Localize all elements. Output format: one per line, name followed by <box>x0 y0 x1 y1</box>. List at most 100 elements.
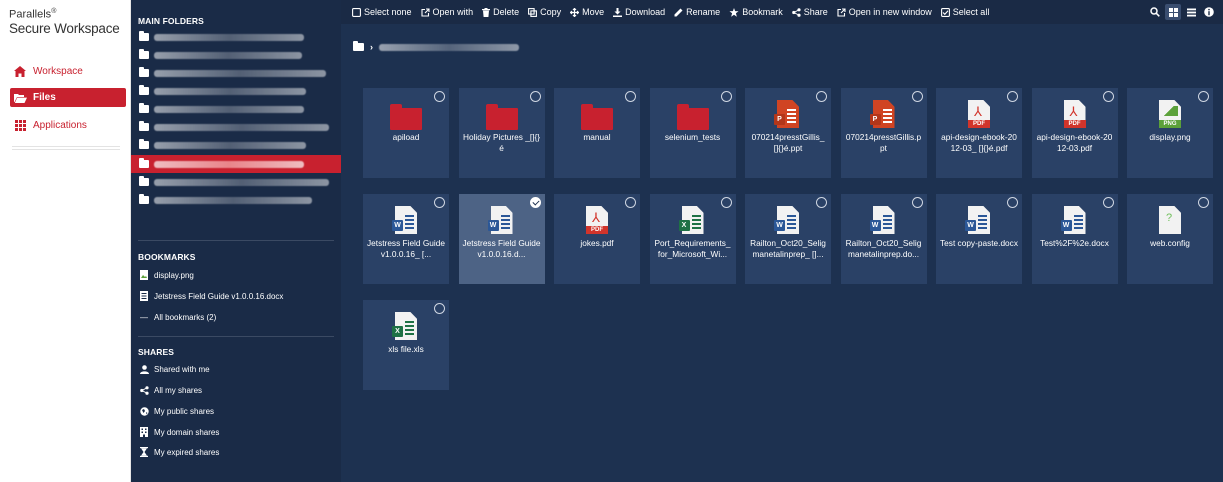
document-shape: P <box>774 100 799 128</box>
file-tile[interactable]: W Jetstress Field Guide v1.0.0.16_ [... <box>363 194 449 284</box>
nav-workspace[interactable]: Workspace <box>10 62 126 81</box>
open-new-window-button[interactable]: Open in new window <box>837 3 932 21</box>
file-tile[interactable]: PNG display.png <box>1127 88 1213 178</box>
file-tile[interactable]: W Railton_Oct20_Seligmanetalinprep.do... <box>840 194 927 284</box>
star-icon <box>729 7 739 17</box>
selection-checkbox[interactable] <box>1198 197 1209 208</box>
sidebar-divider <box>138 240 334 241</box>
main-folder-item[interactable] <box>131 136 341 154</box>
selection-checkbox[interactable] <box>1102 197 1114 208</box>
file-tile[interactable]: ? web.config <box>1127 194 1213 284</box>
folder-tile[interactable]: selenium_tests <box>649 88 736 178</box>
file-tile[interactable]: ⅄ PDF jokes.pdf <box>554 194 640 284</box>
main-folder-item[interactable] <box>131 64 341 82</box>
file-name: Test%2F%2e.docx <box>1040 238 1109 248</box>
user-icon <box>139 364 149 374</box>
file-tile[interactable]: P 070214presstGillis_ []{}é.ppt <box>745 88 831 178</box>
folder-tile[interactable]: manual <box>554 88 640 178</box>
document-shape: P <box>869 100 895 128</box>
file-tile[interactable]: W Test copy-paste.docx <box>936 194 1022 284</box>
file-type-badge: W <box>1060 220 1072 231</box>
registered-mark: ® <box>51 8 57 15</box>
file-name: apiload <box>392 132 420 142</box>
file-tile[interactable]: Xxls file.xls <box>363 300 449 390</box>
selection-checkbox[interactable] <box>625 91 636 102</box>
file-tile[interactable]: W Jetstress Field Guide v1.0.0.16.d... <box>458 194 545 284</box>
folder-icon[interactable] <box>353 41 364 51</box>
nav-files[interactable]: Files <box>10 88 126 107</box>
file-tile[interactable]: P 070214presstGillis.ppt <box>840 88 927 178</box>
selection-checkbox[interactable] <box>434 91 445 102</box>
rename-button[interactable]: Rename <box>674 3 720 21</box>
main-folder-item[interactable] <box>131 28 341 46</box>
selection-checkbox[interactable] <box>434 197 445 208</box>
selection-checkbox-checked[interactable] <box>529 197 541 208</box>
selection-checkbox[interactable] <box>529 91 541 102</box>
info-button[interactable] <box>1201 4 1217 20</box>
selection-checkbox[interactable] <box>625 197 636 208</box>
selection-checkbox[interactable] <box>816 197 827 208</box>
selection-checkbox[interactable] <box>1007 197 1018 208</box>
search-button[interactable] <box>1147 4 1163 20</box>
main-folder-item-active[interactable] <box>131 155 341 173</box>
file-tile[interactable]: W Test%2F%2e.docx <box>1031 194 1118 284</box>
select-none-button[interactable]: Select none <box>352 3 412 21</box>
main-folder-item[interactable] <box>131 82 341 100</box>
nav-applications-label: Applications <box>33 120 87 131</box>
folder-icon <box>139 103 149 113</box>
shares-item-expired[interactable]: My expired shares <box>139 445 219 459</box>
selection-checkbox[interactable] <box>434 303 445 314</box>
selection-checkbox[interactable] <box>720 197 732 208</box>
file-tile[interactable]: ⅄ PDF api-design-ebook-2012-03_ []{}é.pdf <box>936 88 1022 178</box>
shares-item-domain[interactable]: My domain shares <box>139 425 219 439</box>
list-view-button[interactable] <box>1183 4 1199 20</box>
select-all-button[interactable]: Select all <box>940 3 989 21</box>
all-bookmarks-label: All bookmarks (2) <box>154 312 217 322</box>
selection-checkbox[interactable] <box>1102 91 1114 102</box>
shares-item-public[interactable]: My public shares <box>139 404 214 418</box>
file-tile[interactable]: W Railton_Oct20_Seligmanetalinprep_ []... <box>745 194 831 284</box>
file-tile[interactable]: ⅄ PDF api-design-ebook-2012-03.pdf <box>1031 88 1118 178</box>
folder-tile[interactable]: Holiday Pictures _[]{}é <box>458 88 545 178</box>
main-folder-item[interactable] <box>131 46 341 64</box>
bookmark-button[interactable]: Bookmark <box>729 3 783 21</box>
shares-item-shared-with-me[interactable]: Shared with me <box>139 362 210 376</box>
bookmark-item[interactable]: Jetstress Field Guide v1.0.0.16.docx <box>139 289 283 303</box>
shares-item-all-my-shares[interactable]: All my shares <box>139 383 202 397</box>
delete-button[interactable]: Delete <box>482 3 519 21</box>
folder-icon <box>139 158 149 168</box>
move-button[interactable]: Move <box>570 3 604 21</box>
folder-tile[interactable]: apiload <box>363 88 449 178</box>
folder-shape <box>676 104 709 130</box>
main-folder-item[interactable] <box>131 118 341 136</box>
selection-checkbox[interactable] <box>911 91 923 102</box>
all-bookmarks-link[interactable]: — All bookmarks (2) <box>139 310 216 324</box>
selection-checkbox[interactable] <box>911 197 923 208</box>
selection-checkbox[interactable] <box>1198 91 1209 102</box>
grid-view-button[interactable] <box>1165 4 1181 20</box>
nav-applications[interactable]: Applications <box>10 116 126 135</box>
copy-icon <box>528 7 538 17</box>
main-folder-item[interactable] <box>131 100 341 118</box>
text-lines <box>691 215 701 229</box>
main-folder-item[interactable] <box>131 191 341 209</box>
redacted-breadcrumb-path[interactable] <box>379 43 519 51</box>
copy-button[interactable]: Copy <box>528 3 561 21</box>
selection-checkbox[interactable] <box>816 91 827 102</box>
file-tile[interactable]: X Port_Requirements_for_Microsoft_Wi... <box>649 194 736 284</box>
folder-shape <box>485 104 518 130</box>
brand-bottom-text: Secure Workspace <box>9 20 120 36</box>
open-with-button[interactable]: Open with <box>420 3 473 21</box>
selection-checkbox[interactable] <box>720 91 732 102</box>
selection-checkbox[interactable] <box>1007 91 1018 102</box>
download-label: Download <box>625 7 666 17</box>
main-folders-heading: MAIN FOLDERS <box>138 16 204 26</box>
open-new-window-label: Open in new window <box>848 7 932 17</box>
download-button[interactable]: Download <box>613 3 665 21</box>
checkbox-empty-icon <box>352 7 361 17</box>
folder-icon <box>390 100 422 130</box>
share-button[interactable]: Share <box>791 3 828 21</box>
bookmark-item[interactable]: display.png <box>139 268 194 282</box>
redacted-folder-name <box>154 33 304 41</box>
main-folder-item[interactable] <box>131 173 341 191</box>
